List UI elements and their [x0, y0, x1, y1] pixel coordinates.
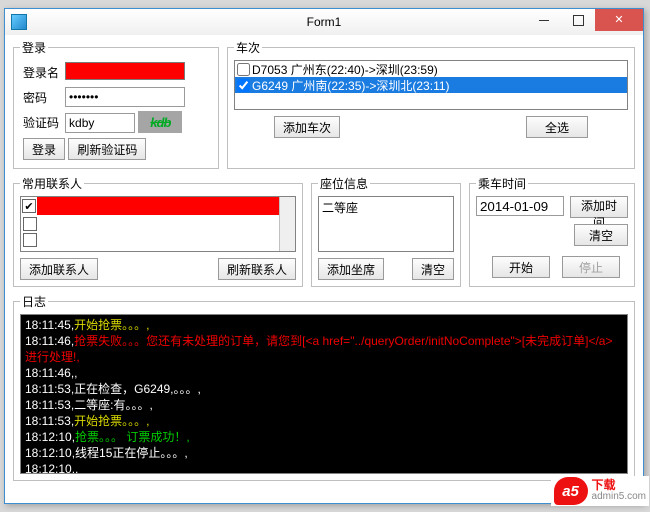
watermark: a5 下载 admin5.com: [551, 476, 649, 506]
add-train-button[interactable]: 添加车次: [274, 116, 340, 138]
time-legend: 乘车时间: [476, 175, 528, 192]
log-legend: 日志: [20, 293, 48, 310]
password-input[interactable]: [65, 87, 185, 107]
trains-legend: 车次: [234, 39, 262, 56]
add-time-button[interactable]: 添加时间: [570, 196, 628, 218]
close-button[interactable]: [595, 9, 643, 31]
username-label: 登录名: [20, 60, 62, 85]
scrollbar[interactable]: [279, 197, 295, 251]
password-label: 密码: [20, 85, 62, 109]
train-row[interactable]: G6249 广州南(22:35)->深圳北(23:11): [235, 77, 627, 93]
seats-group: 座位信息 二等座 添加坐席 清空: [311, 175, 461, 287]
refresh-captcha-button[interactable]: 刷新验证码: [68, 138, 146, 160]
train-list[interactable]: D7053 广州东(22:40)->深圳(23:59) G6249 广州南(22…: [234, 60, 628, 110]
login-legend: 登录: [20, 39, 48, 56]
captcha-image[interactable]: kdb: [138, 111, 182, 133]
stop-button[interactable]: 停止: [562, 256, 620, 278]
captcha-label: 验证码: [20, 109, 62, 135]
refresh-contacts-button[interactable]: 刷新联系人: [218, 258, 296, 280]
minimize-button[interactable]: [527, 9, 561, 31]
contact-checkbox[interactable]: [23, 233, 37, 247]
add-contact-button[interactable]: 添加联系人: [20, 258, 98, 280]
contacts-group: 常用联系人 ✔ 添加联系人 刷新联系人: [13, 175, 303, 287]
app-icon: [11, 14, 27, 30]
a5-logo-icon: a5: [554, 477, 588, 505]
contact-name: [37, 197, 279, 215]
train-text: D7053 广州东(22:40)->深圳(23:59): [252, 61, 438, 78]
contact-checkbox[interactable]: [23, 217, 37, 231]
watermark-url: admin5.com: [592, 491, 646, 503]
log-output[interactable]: 18:11:45,开始抢票。。。,18:11:46,抢票失败。。。您还有未处理的…: [20, 314, 628, 474]
maximize-button[interactable]: [561, 9, 595, 31]
add-seat-button[interactable]: 添加坐席: [318, 258, 384, 280]
clear-time-button[interactable]: 清空: [574, 224, 628, 246]
date-input[interactable]: [476, 196, 564, 216]
train-checkbox[interactable]: [237, 63, 250, 76]
train-text: G6249 广州南(22:35)->深圳北(23:11): [252, 77, 450, 94]
contacts-list[interactable]: ✔: [20, 196, 296, 252]
username-input[interactable]: [65, 62, 185, 80]
start-button[interactable]: 开始: [492, 256, 550, 278]
captcha-input[interactable]: [65, 113, 135, 133]
titlebar[interactable]: Form1: [5, 9, 643, 35]
app-window: Form1 登录 登录名 密码: [4, 8, 644, 504]
train-row[interactable]: D7053 广州东(22:40)->深圳(23:59): [235, 61, 627, 77]
train-checkbox[interactable]: [237, 79, 250, 92]
time-group: 乘车时间 添加时间 清空 开始 停止: [469, 175, 635, 287]
clear-seats-button[interactable]: 清空: [412, 258, 454, 280]
contact-checkbox[interactable]: ✔: [22, 199, 36, 213]
seat-item[interactable]: 二等座: [322, 199, 450, 216]
contacts-legend: 常用联系人: [20, 175, 84, 192]
trains-group: 车次 D7053 广州东(22:40)->深圳(23:59) G6249 广州南…: [227, 39, 635, 169]
log-group: 日志 18:11:45,开始抢票。。。,18:11:46,抢票失败。。。您还有未…: [13, 293, 635, 481]
watermark-label: 下载: [592, 478, 616, 492]
seats-legend: 座位信息: [318, 175, 370, 192]
login-group: 登录 登录名 密码 验证码 kdb: [13, 39, 219, 169]
seat-list[interactable]: 二等座: [318, 196, 454, 252]
login-button[interactable]: 登录: [23, 138, 65, 160]
select-all-button[interactable]: 全选: [526, 116, 588, 138]
